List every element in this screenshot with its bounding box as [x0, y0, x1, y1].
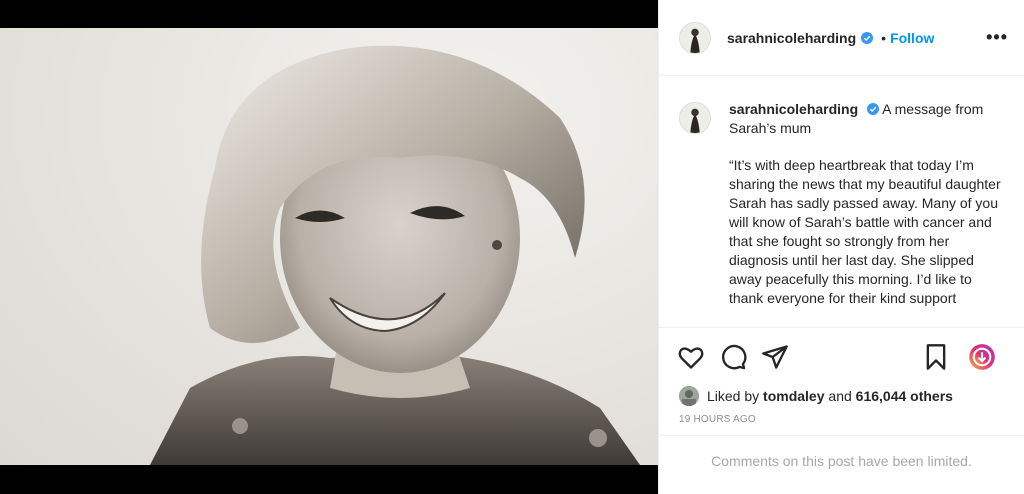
comments-limited-notice: Comments on this post have been limited.	[711, 453, 972, 469]
avatar-image	[680, 22, 710, 53]
liked-by-and: and	[828, 388, 852, 404]
separator-dot: •	[881, 29, 887, 46]
likes-summary: Liked by tomdaley and 616,044 others	[659, 382, 1024, 410]
avatar-image	[679, 386, 699, 406]
caption-text: sarahnicoleharding A message from Sarah’…	[729, 100, 1008, 308]
heart-icon[interactable]	[677, 343, 705, 371]
comment-icon[interactable]	[719, 343, 747, 371]
bookmark-icon[interactable]	[922, 343, 950, 371]
verified-badge-icon	[867, 103, 880, 115]
caption-row: sarahnicoleharding A message from Sarah’…	[679, 100, 1008, 308]
post-timestamp[interactable]: 19 HOURS AGO	[659, 410, 1024, 436]
instagram-ring-icon[interactable]	[968, 343, 996, 371]
liked-by-others[interactable]: 616,044 others	[856, 388, 953, 404]
paper-plane-icon[interactable]	[761, 343, 789, 371]
liked-by-prefix: Liked by	[707, 388, 760, 404]
verified-badge-icon	[861, 31, 874, 44]
caption-body: “It’s with deep heartbreak that today I’…	[729, 157, 1001, 306]
post-photo[interactable]	[0, 28, 658, 465]
author-username[interactable]: sarahnicoleharding	[727, 30, 856, 46]
more-options-icon[interactable]: •••	[986, 27, 1008, 48]
post-side-panel: sarahnicoleharding • Follow ••• sarahnic…	[658, 0, 1024, 494]
post-header: sarahnicoleharding • Follow •••	[659, 0, 1024, 76]
author-avatar[interactable]	[679, 21, 711, 54]
portrait-image	[150, 45, 640, 465]
avatar-image	[680, 103, 710, 133]
liker-avatar[interactable]	[679, 386, 699, 406]
action-bar	[659, 328, 1024, 386]
follow-button[interactable]: Follow	[890, 30, 934, 46]
caption-avatar[interactable]	[679, 102, 711, 134]
post-media	[0, 0, 658, 494]
caption-section: sarahnicoleharding A message from Sarah’…	[659, 76, 1024, 328]
caption-username[interactable]: sarahnicoleharding	[729, 101, 858, 117]
liked-by-user[interactable]: tomdaley	[763, 388, 824, 404]
